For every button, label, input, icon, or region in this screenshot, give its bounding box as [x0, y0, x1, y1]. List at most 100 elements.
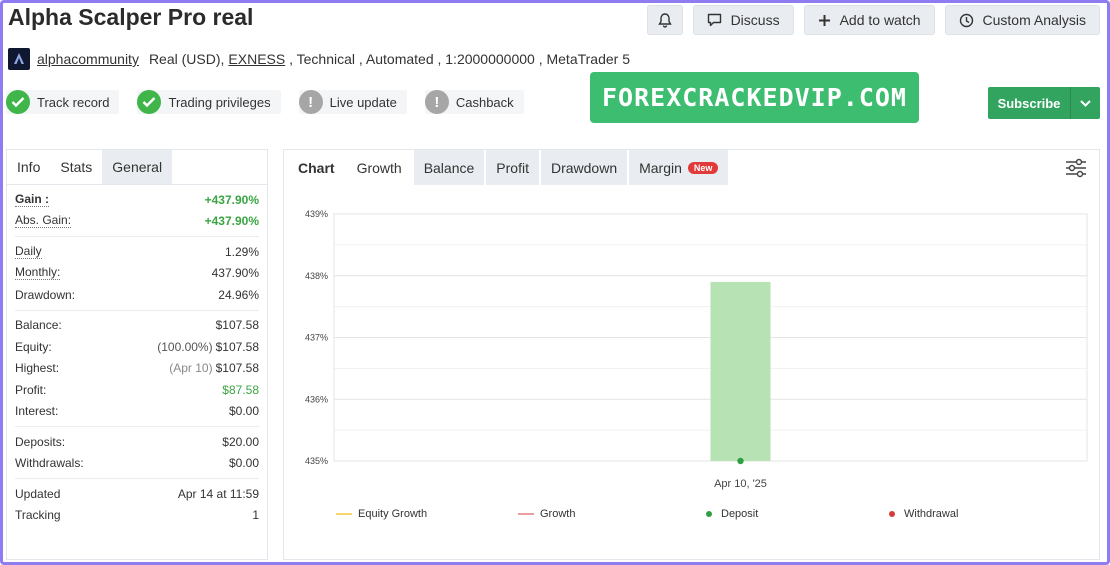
stat-label: Drawdown: — [15, 287, 76, 302]
stat-highest: Highest: (Apr 10) $107.58 — [15, 358, 259, 380]
stat-equity: Equity: (100.00%) $107.58 — [15, 336, 259, 358]
tab-profit[interactable]: Profit — [486, 150, 539, 185]
tab-general[interactable]: General — [102, 150, 173, 184]
tab-drawdown[interactable]: Drawdown — [540, 150, 628, 185]
stat-profit: Profit: $87.58 — [15, 379, 259, 401]
discuss-button[interactable]: Discuss — [692, 5, 794, 35]
add-to-watch-label: Add to watch — [839, 12, 921, 28]
tab-margin-label: Margin — [639, 159, 682, 176]
top-actions: Discuss Add to watch Custom Analysis — [646, 5, 1100, 35]
stat-label: Monthly: — [15, 265, 61, 281]
legend-dot — [706, 511, 712, 517]
stats-tabs: Info Stats General — [7, 150, 267, 185]
watermark-banner: FOREXCRACKEDVIP.COM — [590, 72, 919, 123]
page-title: Alpha Scalper Pro real — [8, 4, 254, 30]
custom-analysis-label: Custom Analysis — [982, 12, 1086, 28]
stat-value: 1 — [252, 508, 259, 523]
tab-growth[interactable]: Growth — [347, 150, 412, 185]
tab-stats[interactable]: Stats — [50, 150, 103, 184]
badge-cashback: ! Cashback — [424, 90, 524, 114]
add-to-watch-button[interactable]: Add to watch — [803, 5, 935, 35]
stat-label: Profit: — [15, 382, 47, 397]
chart-svg: 435% 436% 437% 438% 439% Apr 10, '25 — [305, 209, 1088, 490]
stat-label: Equity: — [15, 339, 52, 354]
tab-balance[interactable]: Balance — [413, 150, 485, 185]
y-tick-label: 439% — [305, 209, 328, 219]
stat-tracking: Tracking 1 — [15, 505, 259, 527]
clock-icon — [959, 13, 974, 28]
verification-badges: Track record Trading privileges ! Live u… — [6, 90, 524, 114]
subscribe-label: Subscribe — [997, 95, 1061, 111]
account-meta: alphacommunity Real (USD), EXNESS , Tech… — [8, 48, 630, 70]
y-tick-label: 436% — [305, 394, 328, 404]
tab-chart[interactable]: Chart — [284, 150, 345, 185]
broker-link[interactable]: EXNESS — [228, 51, 285, 67]
check-icon — [6, 90, 30, 114]
stat-balance: Balance: $107.58 — [15, 315, 259, 337]
avatar[interactable] — [8, 48, 30, 70]
legend-label: Deposit — [721, 508, 759, 520]
sliders-icon[interactable] — [1065, 158, 1087, 183]
stat-value: 437.90% — [211, 266, 259, 281]
stat-value: +437.90% — [204, 192, 259, 207]
stat-value: $0.00 — [228, 404, 259, 419]
stat-drawdown: Drawdown: 24.96% — [15, 284, 259, 306]
chart-panel: Chart Growth Balance Profit Drawdown Mar… — [283, 149, 1100, 560]
x-tick-label: Apr 10, '25 — [714, 478, 767, 490]
stat-label: Deposits: — [15, 434, 66, 449]
stat-value: 24.96% — [218, 287, 259, 302]
chart-tabs: Chart Growth Balance Profit Drawdown Mar… — [284, 150, 1099, 185]
account-details: , Technical , Automated , 1:2000000000 ,… — [285, 51, 630, 67]
plus-icon — [818, 14, 831, 27]
stat-label: Updated — [15, 486, 61, 501]
legend-line — [336, 513, 352, 515]
stat-value: 1.29% — [224, 244, 259, 259]
stat-sub: (Apr 10) — [169, 361, 213, 376]
stat-value: $107.58 — [215, 318, 259, 333]
badge-live-update: ! Live update — [298, 90, 407, 114]
stat-abs-gain: Abs. Gain: +437.90% — [15, 211, 259, 233]
tab-info[interactable]: Info — [7, 150, 51, 184]
y-tick-label: 438% — [305, 271, 328, 281]
deposit-point — [737, 457, 744, 465]
chat-icon — [707, 13, 722, 27]
legend-dot — [889, 511, 895, 517]
stat-value: $107.58 — [215, 361, 259, 376]
badge-track-record: Track record — [6, 90, 120, 114]
legend-withdrawal[interactable]: Withdrawal — [889, 508, 958, 520]
stat-value: $0.00 — [228, 456, 259, 471]
stat-value: +437.90% — [204, 214, 259, 229]
legend-growth[interactable]: Growth — [518, 508, 575, 520]
bell-icon — [657, 12, 672, 28]
custom-analysis-button[interactable]: Custom Analysis — [944, 5, 1100, 35]
stat-label: Highest: — [15, 361, 60, 376]
chevron-down-icon[interactable] — [1070, 87, 1100, 119]
stat-value: $87.58 — [222, 382, 259, 397]
tab-margin[interactable]: Margin New — [629, 150, 729, 185]
stat-label: Tracking — [15, 508, 61, 523]
growth-bar — [710, 281, 771, 461]
stat-updated: Updated Apr 14 at 11:59 — [15, 483, 259, 505]
stat-label: Gain : — [15, 191, 50, 207]
stat-value: $20.00 — [222, 434, 259, 449]
stat-label: Balance: — [15, 318, 62, 333]
badge-label: Trading privileges — [168, 94, 271, 110]
legend-line — [518, 513, 534, 515]
badge-label: Cashback — [455, 94, 514, 110]
chart-legend: Equity Growth Growth Deposit Withdrawal — [284, 508, 1099, 528]
legend-deposit[interactable]: Deposit — [706, 508, 758, 520]
subscribe-button[interactable]: Subscribe — [988, 87, 1100, 119]
legend-equity-growth[interactable]: Equity Growth — [336, 508, 427, 520]
stat-label: Interest: — [15, 404, 59, 419]
check-icon — [137, 90, 162, 114]
author-link[interactable]: alphacommunity — [37, 51, 139, 67]
stat-gain: Gain : +437.90% — [15, 189, 259, 211]
stat-label: Abs. Gain: — [15, 213, 72, 229]
legend-label: Growth — [540, 508, 576, 520]
notify-button[interactable] — [646, 5, 683, 35]
stat-label: Withdrawals: — [15, 456, 84, 471]
stat-daily: Daily 1.29% — [15, 241, 259, 263]
new-badge: New — [687, 161, 719, 174]
stat-value: $107.58 — [215, 339, 259, 354]
stat-interest: Interest: $0.00 — [15, 401, 259, 423]
